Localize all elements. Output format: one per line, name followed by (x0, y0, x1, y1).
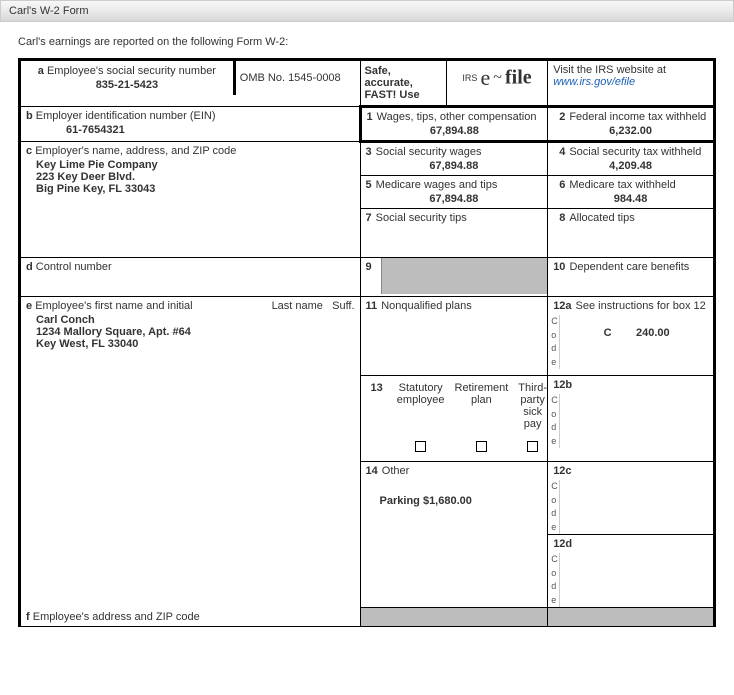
box-9: 9 (360, 258, 548, 297)
box-3: 3Social security wages 67,894.88 (360, 142, 548, 176)
box-5: 5Medicare wages and tips 67,894.88 (360, 176, 548, 209)
box-e: e Employee's first name and initial Last… (20, 297, 361, 608)
window-titlebar: Carl's W-2 Form (0, 0, 734, 22)
safe-line2: FAST! Use (365, 89, 442, 101)
box-6-value: 984.48 (553, 193, 708, 205)
box-12d: 12d Code (548, 535, 715, 608)
box-d: d Control number (20, 258, 361, 297)
box-12b: 12b Code (548, 376, 715, 462)
box-7: 7Social security tips (360, 209, 548, 258)
safe-line1: Safe, accurate, (365, 65, 442, 89)
page-content: Carl's earnings are reported on the foll… (0, 22, 734, 631)
box-12a-value: 240.00 (636, 327, 670, 339)
omb-number: OMB No. 1545-0008 (234, 61, 359, 95)
box-14-value: Parking $1,680.00 (366, 495, 543, 507)
window-title: Carl's W-2 Form (9, 5, 89, 17)
box-4-value: 4,209.48 (553, 160, 708, 172)
third-party-sick-pay-checkbox[interactable] (527, 441, 538, 452)
intro-text: Carl's earnings are reported on the foll… (18, 36, 716, 48)
retirement-plan-checkbox[interactable] (476, 441, 487, 452)
box-12a-code: C (604, 327, 612, 339)
box-1: 1Wages, tips, other compensation 67,894.… (360, 107, 548, 142)
box-3-value: 67,894.88 (366, 160, 543, 172)
box-12c: 12c Code (548, 462, 715, 535)
box-a-value: 835-21-5423 (25, 79, 229, 91)
box-14: 14Other Parking $1,680.00 (360, 462, 548, 608)
box-12a: 12aSee instructions for box 12 Code C 24… (548, 297, 715, 376)
statutory-employee-checkbox[interactable] (415, 441, 426, 452)
box-a-label: a Employee's social security number (25, 65, 229, 77)
box-11: 11Nonqualified plans (360, 297, 548, 376)
box-f: f Employee's address and ZIP code (20, 608, 361, 627)
box-4: 4Social security tax withheld 4,209.48 (548, 142, 715, 176)
box-c: c Employer's name, address, and ZIP code… (20, 142, 361, 258)
box-1-value: 67,894.88 (367, 125, 543, 137)
irs-link[interactable]: www.irs.gov/efile (553, 76, 635, 88)
box-10: 10Dependent care benefits (548, 258, 715, 297)
box-2-value: 6,232.00 (553, 125, 708, 137)
efile-logo: IRS e ~ file (446, 61, 547, 105)
box-8: 8Allocated tips (548, 209, 715, 258)
box-b: b Employer identification number (EIN) 6… (20, 107, 361, 142)
visit-irs: Visit the IRS website at www.irs.gov/efi… (548, 60, 715, 107)
box-6: 6Medicare tax withheld 984.48 (548, 176, 715, 209)
box-5-value: 67,894.88 (366, 193, 543, 205)
w2-form: a Employee's social security number 835-… (18, 58, 716, 627)
box-13: 13 Statutoryemployee Retirementplan Thir… (360, 376, 548, 462)
box-2: 2Federal income tax withheld 6,232.00 (548, 107, 715, 142)
box-b-value: 61-7654321 (26, 124, 354, 136)
